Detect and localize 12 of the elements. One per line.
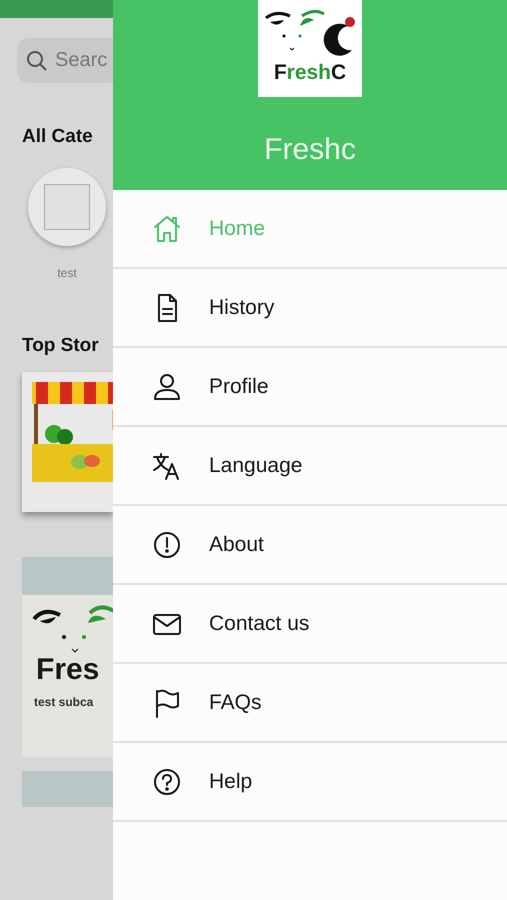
subcategory-card[interactable]: Fres test subca — [22, 595, 113, 757]
logo-text: FreshC — [274, 62, 346, 83]
category-thumbnail[interactable] — [28, 168, 106, 246]
store-card[interactable] — [22, 372, 113, 512]
search-icon — [25, 49, 49, 73]
logo-text: Fres — [36, 655, 100, 685]
drawer-title: Freshc — [264, 132, 356, 168]
subcategory-label: test subca — [34, 694, 94, 711]
section-title: Top Stor — [22, 334, 100, 358]
category-label: test — [57, 264, 77, 282]
search-field[interactable]: Searc — [17, 38, 113, 83]
section-title: All Cate — [22, 125, 94, 149]
